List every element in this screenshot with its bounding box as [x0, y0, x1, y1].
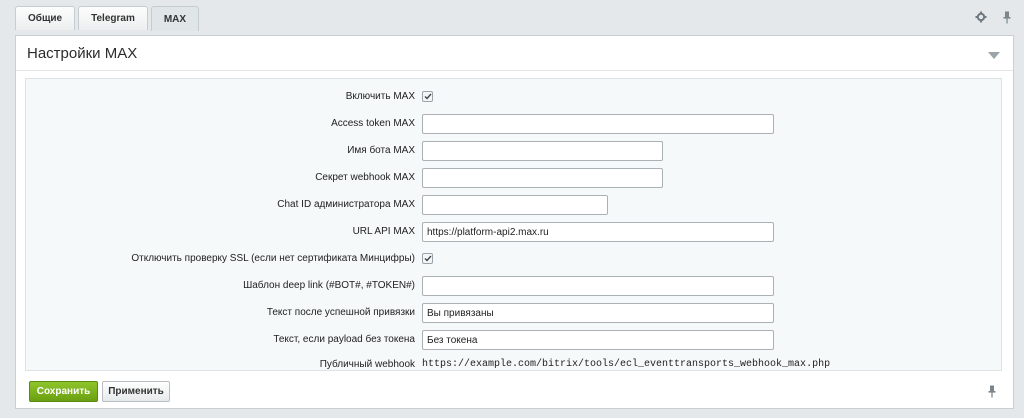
panel-footer: Сохранить Применить [16, 372, 1013, 408]
bot-name-input[interactable] [422, 141, 663, 161]
row-no-token-text: Текст, если payload без токена [26, 330, 1001, 350]
deep-link-input[interactable] [422, 276, 774, 296]
row-enable-max: Включить MAX [26, 87, 1001, 107]
webhook-secret-input[interactable] [422, 168, 663, 188]
tab-telegram[interactable]: Telegram [78, 6, 148, 30]
api-url-label: URL API MAX [352, 226, 415, 237]
enable-max-checkbox[interactable] [422, 91, 433, 102]
access-token-input[interactable] [422, 114, 774, 134]
panel-header: Настройки MAX [16, 36, 1013, 71]
admin-chat-id-input[interactable] [422, 195, 608, 215]
settings-panel: Настройки MAX Включить MAX Access token … [15, 35, 1014, 409]
row-access-token: Access token MAX [26, 114, 1001, 134]
success-text-input[interactable] [422, 303, 774, 323]
row-api-url: URL API MAX [26, 222, 1001, 242]
admin-chat-id-label: Chat ID администратора MAX [277, 199, 415, 210]
panel-title: Настройки MAX [27, 44, 138, 62]
tab-max[interactable]: MAX [150, 6, 200, 31]
deep-link-label: Шаблон deep link (#BOT#, #TOKEN#) [243, 280, 415, 291]
row-success-text: Текст после успешной привязки [26, 303, 1001, 323]
tab-general[interactable]: Общие [15, 6, 76, 30]
row-deep-link: Шаблон deep link (#BOT#, #TOKEN#) [26, 276, 1001, 296]
success-text-label: Текст после успешной привязки [266, 307, 415, 318]
tab-bar: Общие Telegram MAX [15, 6, 200, 31]
pin-icon[interactable] [987, 385, 997, 401]
webhook-secret-label: Секрет webhook MAX [315, 172, 415, 183]
access-token-label: Access token MAX [331, 118, 415, 129]
apply-button[interactable]: Применить [102, 381, 170, 402]
disable-ssl-checkbox[interactable] [422, 253, 433, 264]
bot-name-label: Имя бота MAX [347, 145, 415, 156]
row-bot-name: Имя бота MAX [26, 141, 1001, 161]
pin-icon[interactable] [1000, 10, 1014, 24]
tab-tools [974, 10, 1014, 24]
no-token-text-label: Текст, если payload без токена [273, 334, 415, 345]
gear-icon[interactable] [974, 10, 988, 24]
settings-form: Включить MAX Access token MAX Имя бота M… [25, 78, 1002, 371]
save-button[interactable]: Сохранить [29, 381, 98, 402]
row-admin-chat-id: Chat ID администратора MAX [26, 195, 1001, 215]
row-disable-ssl: Отключить проверку SSL (если нет сертифи… [26, 249, 1001, 269]
disable-ssl-label: Отключить проверку SSL (если нет сертифи… [131, 253, 415, 264]
triangle-down-icon[interactable] [988, 48, 1000, 62]
enable-max-label: Включить MAX [345, 91, 415, 102]
no-token-text-input[interactable] [422, 330, 774, 350]
api-url-input[interactable] [422, 222, 774, 242]
row-webhook-secret: Секрет webhook MAX [26, 168, 1001, 188]
